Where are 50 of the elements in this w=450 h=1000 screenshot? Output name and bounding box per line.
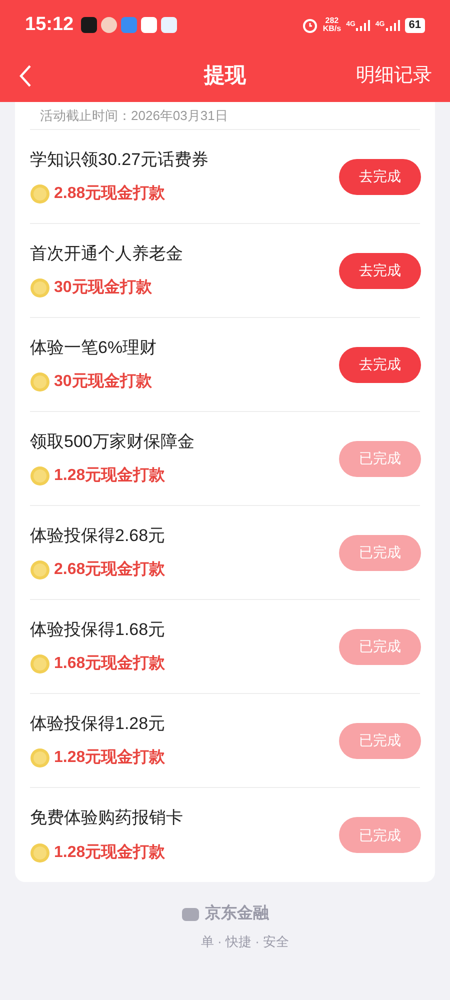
task-reward: 1.28元现金打款: [54, 748, 166, 768]
task-reward: 30元现金打款: [54, 372, 152, 392]
coin-icon: [30, 654, 50, 674]
coin-icon: [30, 372, 50, 392]
coin-icon: [30, 184, 50, 204]
task-button[interactable]: 已完成: [339, 440, 421, 476]
task-title: 体验一笔6%理财: [30, 336, 157, 359]
deadline-notice: 活动截止时间：2026年03月31日: [40, 108, 228, 124]
app-notification-icon: [120, 17, 137, 33]
battery-indicator: 61: [404, 18, 425, 32]
brand-slogan: 单 · 快捷 · 安全: [200, 933, 290, 951]
app-notification-icon: [80, 17, 97, 33]
task-title: 首次开通个人养老金: [30, 242, 183, 265]
task-reward: 2.68元现金打款: [54, 560, 166, 580]
detail-record-link[interactable]: 明细记录: [356, 62, 432, 90]
coin-icon: [30, 748, 50, 768]
brand-logo-icon: [181, 905, 201, 923]
task-button[interactable]: 去完成: [339, 346, 421, 382]
back-icon[interactable]: [18, 64, 32, 88]
task-title: 体验投保得1.68元: [30, 618, 166, 641]
coin-icon: [30, 842, 50, 863]
brand-name: 京东金融: [205, 903, 269, 924]
app-notification-icon: [100, 17, 117, 33]
task-button[interactable]: 已完成: [339, 628, 421, 664]
coin-icon: [30, 560, 50, 580]
task-button[interactable]: 去完成: [339, 158, 421, 194]
coin-icon: [30, 466, 50, 486]
task-title: 学知识领30.27元话费券: [30, 148, 209, 171]
signal-icon: [356, 20, 370, 30]
network-speed: 282 KB/s: [322, 17, 342, 33]
task-button[interactable]: 已完成: [339, 722, 421, 758]
task-title: 领取500万家财保障金: [30, 430, 194, 453]
page-title: 提现: [204, 63, 246, 90]
app-notification-icon: [140, 17, 157, 33]
task-button[interactable]: 已完成: [339, 534, 421, 570]
signal-icon: [386, 20, 400, 30]
task-reward: 1.68元现金打款: [54, 654, 166, 674]
alarm-icon: [302, 17, 318, 33]
task-reward: 1.28元现金打款: [54, 842, 166, 863]
task-button[interactable]: 去完成: [339, 252, 421, 288]
status-time: 15:12: [25, 12, 74, 37]
task-reward: 30元现金打款: [54, 278, 152, 298]
task-button[interactable]: 已完成: [339, 817, 421, 853]
task-reward: 2.88元现金打款: [54, 184, 166, 204]
task-title: 体验投保得1.28元: [30, 712, 166, 735]
task-reward: 1.28元现金打款: [54, 466, 166, 486]
coin-icon: [30, 278, 50, 298]
task-title: 体验投保得2.68元: [30, 524, 166, 547]
task-title: 免费体验购药报销卡: [30, 807, 183, 830]
app-notification-icon: [160, 17, 177, 33]
